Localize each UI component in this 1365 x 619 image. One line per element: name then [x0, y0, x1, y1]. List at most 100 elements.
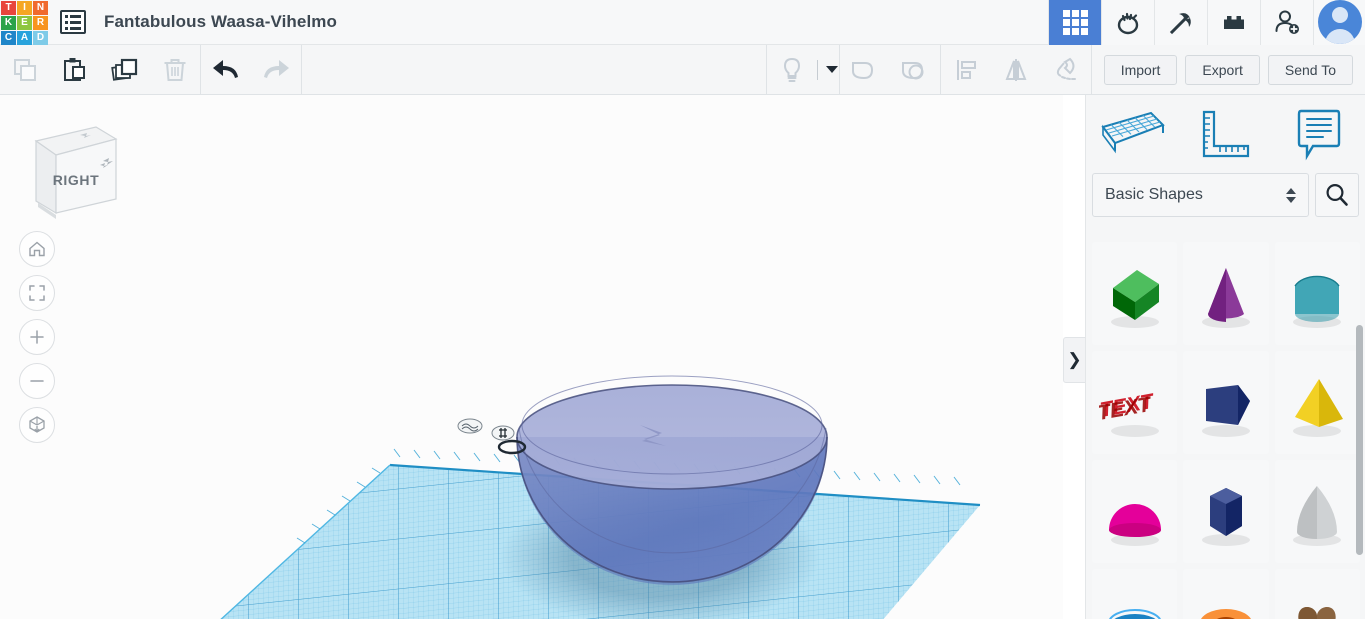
- undo-button[interactable]: [201, 45, 251, 95]
- search-icon: [1326, 183, 1348, 206]
- header-icon-3d-design[interactable]: [1048, 0, 1101, 45]
- half-cylinder-shape[interactable]: [1274, 242, 1360, 345]
- object-gizmos[interactable]: [457, 418, 527, 455]
- home-view-button[interactable]: [19, 231, 55, 267]
- fit-view-icon: [29, 285, 45, 301]
- list-bar: [70, 14, 81, 18]
- logo-tile-d: D: [33, 30, 48, 45]
- list-row: [65, 14, 81, 18]
- cone-shape[interactable]: [1183, 242, 1269, 345]
- box-shape[interactable]: [1092, 242, 1178, 345]
- zoom-out-button[interactable]: [19, 363, 55, 399]
- pyramid-shape-thumbnail: [1293, 378, 1344, 437]
- copy-button[interactable]: [0, 45, 50, 95]
- view-cube[interactable]: RIGHT: [18, 113, 128, 228]
- paraboloid-shape[interactable]: [1274, 460, 1360, 563]
- delete-button[interactable]: [150, 45, 200, 95]
- send-to-button[interactable]: Send To: [1267, 54, 1353, 85]
- divider-rule: [817, 59, 819, 80]
- tinkercad-app: TINKERCAD Fantabulous Waasa-Vihelmo Impo…: [0, 0, 1365, 619]
- select-spinner-icon: [1286, 187, 1296, 203]
- grid-icon: [1062, 9, 1088, 35]
- cube-projection-icon: [29, 416, 45, 433]
- header-icon-codeblocks[interactable]: [1101, 0, 1154, 45]
- ruler-tool-button[interactable]: [1179, 106, 1272, 162]
- pyramid-shape[interactable]: [1274, 351, 1360, 454]
- torus-shape-thumbnail: [1108, 608, 1161, 619]
- hexagonal-prism-shape[interactable]: [1183, 460, 1269, 563]
- pickaxe-icon: [1169, 13, 1191, 35]
- paste-icon: [64, 57, 85, 81]
- history-tools: [201, 45, 301, 95]
- arrange-tools: [941, 45, 1091, 95]
- user-avatar-button[interactable]: [1313, 0, 1365, 45]
- panel-tool-icons: [1086, 95, 1365, 173]
- view-cube-icon[interactable]: RIGHT: [18, 113, 128, 223]
- shapes-panel: Basic Shapes TEXT TEXT: [1085, 95, 1365, 619]
- redo-button[interactable]: [251, 45, 301, 95]
- shape-library-value: Basic Shapes: [1105, 186, 1203, 203]
- view-navigation-buttons: [19, 231, 55, 443]
- logo-tile-a: A: [17, 30, 32, 45]
- panel-collapse-handle[interactable]: ❯: [1063, 337, 1085, 383]
- undo-icon: [213, 59, 238, 78]
- shape-list-scrollbar[interactable]: [1356, 325, 1363, 555]
- group-button[interactable]: [840, 45, 890, 95]
- heart-shape[interactable]: [1274, 569, 1360, 619]
- tube-shape[interactable]: [1183, 569, 1269, 619]
- polygon-shape[interactable]: [1183, 351, 1269, 454]
- header-icon-invite[interactable]: [1260, 0, 1313, 45]
- perspective-toggle-button[interactable]: [19, 407, 55, 443]
- text-shape-thumbnail: TEXTTEXT: [1099, 389, 1159, 437]
- ruler-icon: [1202, 110, 1249, 158]
- shape-library-controls: Basic Shapes: [1086, 173, 1365, 217]
- codeblocks-icon: [1117, 12, 1139, 35]
- file-action-buttons: Import Export Send To: [1092, 54, 1365, 85]
- workplane-tool-button[interactable]: [1086, 105, 1179, 163]
- duplicate-button[interactable]: [100, 45, 150, 95]
- svg-text:RIGHT: RIGHT: [53, 172, 100, 188]
- show-hidden-button[interactable]: [767, 45, 817, 95]
- mirror-icon: [1005, 58, 1027, 81]
- half-sphere-shape[interactable]: [1092, 460, 1178, 563]
- projects-list-button[interactable]: [60, 10, 86, 34]
- header-icon-bricks[interactable]: [1207, 0, 1260, 45]
- shape-search-button[interactable]: [1315, 173, 1359, 217]
- notes-tool-button[interactable]: [1272, 105, 1365, 163]
- list-row: [65, 20, 81, 24]
- align-button[interactable]: [941, 45, 991, 95]
- list-bar: [70, 20, 81, 24]
- tube-shape-thumbnail: [1200, 608, 1252, 619]
- visibility-dropdown-button[interactable]: [817, 45, 839, 95]
- design-title[interactable]: Fantabulous Waasa-Vihelmo: [104, 12, 337, 32]
- torus-shape[interactable]: [1092, 569, 1178, 619]
- edit-toolbar: Import Export Send To: [0, 44, 1365, 95]
- visibility-tools: [767, 45, 839, 95]
- scene-3d[interactable]: [0, 95, 1063, 619]
- logo-tile-i: I: [17, 0, 32, 15]
- import-button[interactable]: Import: [1103, 54, 1178, 85]
- group-icon: [851, 61, 873, 79]
- tinkercad-logo[interactable]: TIN KER CAD: [0, 0, 48, 45]
- paste-button[interactable]: [50, 45, 100, 95]
- app-header: TIN KER CAD Fantabulous Waasa-Vihelmo: [0, 0, 1365, 45]
- shape-list[interactable]: TEXT TEXT: [1086, 242, 1365, 619]
- logo-tile-k: K: [1, 15, 16, 30]
- grouping-tools: [840, 45, 940, 95]
- zoom-in-button[interactable]: [19, 319, 55, 355]
- text-shape[interactable]: TEXT TEXT: [1092, 351, 1178, 454]
- logo-tile-c: C: [1, 30, 16, 45]
- shape-library-select[interactable]: Basic Shapes: [1092, 173, 1309, 217]
- snap-magnet-button[interactable]: [1041, 45, 1091, 95]
- chevron-down-icon: [826, 66, 839, 73]
- export-button[interactable]: Export: [1185, 54, 1260, 85]
- mirror-button[interactable]: [991, 45, 1041, 95]
- duplicate-icon: [111, 58, 138, 81]
- clipboard-tools: [0, 45, 200, 95]
- toolbar-divider: [301, 44, 302, 95]
- header-icon-minecraft[interactable]: [1154, 0, 1207, 45]
- fit-to-view-button[interactable]: [19, 275, 55, 311]
- ungroup-button[interactable]: [890, 45, 940, 95]
- copy-icon: [14, 58, 36, 81]
- design-canvas[interactable]: RIGHT: [0, 95, 1063, 619]
